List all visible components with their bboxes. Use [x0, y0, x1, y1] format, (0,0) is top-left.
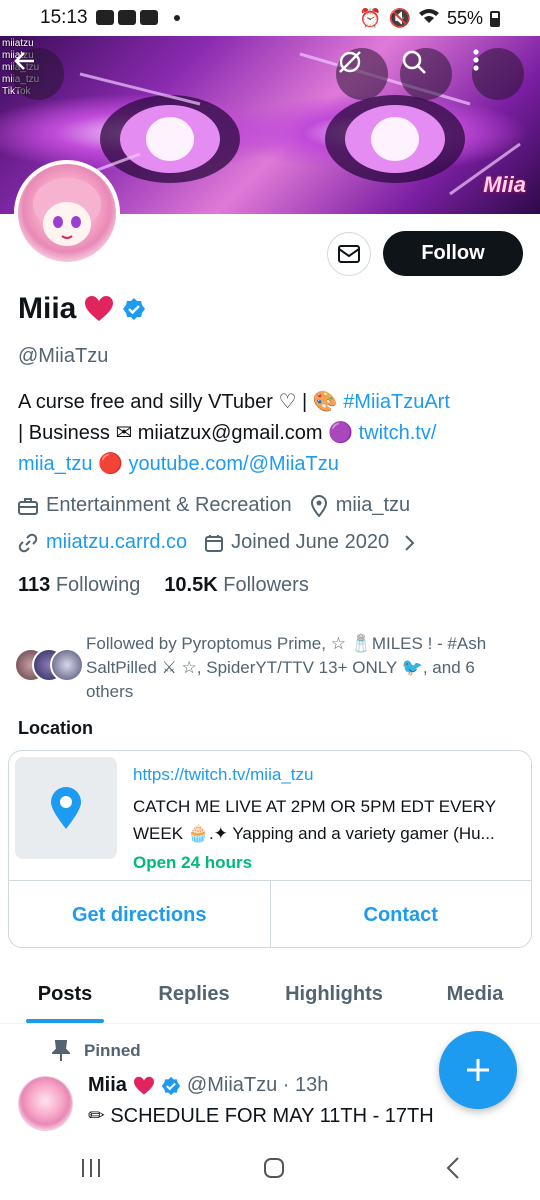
bio-text-2: | Business ✉ miiatzux@gmail.com 🟣: [18, 422, 359, 444]
post-header: Miia @MiiaTzu · 13h: [88, 1074, 328, 1097]
bio-youtube-link[interactable]: youtube.com/@MiiaTzu: [129, 453, 339, 475]
profile-handle: @MiiaTzu: [18, 345, 109, 367]
mail-icon: [338, 245, 360, 263]
tab-highlights[interactable]: Highlights: [258, 966, 410, 1023]
followed-by-text[interactable]: Followed by Pyroptomus Prime, ☆ 🧂MILES !…: [86, 632, 526, 704]
following-count-link[interactable]: 113 Following: [18, 574, 140, 597]
profile-avatar[interactable]: [14, 160, 120, 266]
more-notifications-icon: [174, 14, 180, 21]
bio-text-1: A curse free and silly VTuber ♡ | 🎨: [18, 391, 344, 413]
message-button[interactable]: [327, 232, 371, 276]
banner-logo: Miia: [483, 172, 526, 197]
post-author-avatar[interactable]: [18, 1076, 73, 1131]
briefcase-icon: [18, 497, 38, 515]
recent-apps-icon[interactable]: [79, 1157, 103, 1179]
bio-twitch-link[interactable]: twitch.tv/: [359, 422, 437, 444]
verified-badge-icon: [161, 1076, 181, 1095]
profile-meta-row-2: miiatzu.carrd.co Joined June 2020: [18, 531, 415, 554]
follow-button[interactable]: Follow: [383, 231, 523, 276]
grok-icon: [339, 51, 361, 73]
pin-icon: [52, 1040, 70, 1061]
followed-by-avatars[interactable]: [14, 648, 84, 686]
following-count: 113: [18, 574, 51, 596]
battery-percent: 55%: [446, 8, 483, 28]
calendar-icon: [205, 534, 224, 552]
android-navigation-bar: [0, 1136, 540, 1200]
profile-location: miia_tzu: [335, 494, 411, 516]
follower-avatar: [50, 648, 84, 682]
profile-website-link[interactable]: miiatzu.carrd.co: [46, 531, 187, 554]
location-description-line-2: WEEK 🧁.✦ Yapping and a variety gamer (Hu…: [133, 824, 495, 843]
pinned-indicator: Pinned: [52, 1040, 141, 1062]
location-description: CATCH ME LIVE AT 2PM OR 5PM EDT EVERY WE…: [133, 793, 523, 847]
bio-text-3: 🔴: [92, 453, 129, 475]
profile-joined-date: Joined June 2020: [231, 531, 390, 553]
plus-icon: [467, 1059, 489, 1081]
alarm-icon: ⏰: [359, 8, 382, 28]
profile-category: Entertainment & Recreation: [46, 494, 292, 516]
location-description-line-1: CATCH ME LIVE AT 2PM OR 5PM EDT EVERY: [133, 797, 497, 816]
link-icon: [18, 533, 38, 552]
home-icon[interactable]: [262, 1156, 286, 1180]
heart-icon: [133, 1076, 154, 1095]
follow-counts: 113 Following 10.5K Followers: [18, 574, 309, 597]
followers-label: Followers: [223, 574, 309, 596]
back-nav-icon[interactable]: [445, 1156, 461, 1180]
mute-icon: 🔇: [388, 8, 411, 28]
get-directions-button[interactable]: Get directions: [9, 881, 270, 947]
avatar-art: [33, 178, 101, 246]
contact-button[interactable]: Contact: [269, 881, 532, 947]
pinned-label: Pinned: [84, 1041, 141, 1060]
status-time: 15:13: [40, 7, 88, 28]
followers-count: 10.5K: [164, 574, 218, 596]
youtube-notification-icon: [118, 10, 136, 25]
post-author-name[interactable]: Miia: [88, 1074, 127, 1097]
post-meta: @MiiaTzu · 13h: [186, 1074, 329, 1096]
followers-count-link[interactable]: 10.5K Followers: [164, 574, 309, 597]
more-vertical-icon: [473, 49, 479, 71]
profile-bio: A curse free and silly VTuber ♡ | 🎨 #Mii…: [18, 387, 523, 480]
location-pin-icon: [310, 494, 327, 517]
compose-post-button[interactable]: [439, 1031, 517, 1109]
bio-hashtag-link[interactable]: #MiiaTzuArt: [343, 391, 450, 413]
display-name-text: Miia: [18, 292, 77, 325]
post-text[interactable]: ✏ SCHEDULE FOR MAY 11TH - 17TH: [88, 1103, 434, 1128]
system-status: ⏰ 🔇 55%: [359, 8, 500, 29]
bio-twitch-link-cont[interactable]: miia_tzu: [18, 453, 92, 475]
notification-icons: [96, 10, 180, 25]
more-options-button[interactable]: [472, 48, 524, 100]
back-arrow-icon: [14, 52, 34, 70]
tab-posts[interactable]: Posts: [0, 966, 130, 1023]
tab-replies[interactable]: Replies: [130, 966, 258, 1023]
grok-button[interactable]: [336, 48, 388, 100]
display-name: Miia: [18, 292, 146, 326]
gallery-notification-icon: [96, 10, 114, 25]
back-button[interactable]: [12, 48, 64, 100]
battery-icon: [490, 10, 500, 27]
location-card[interactable]: https://twitch.tv/miia_tzu CATCH ME LIVE…: [8, 750, 532, 948]
location-hours: Open 24 hours: [133, 853, 253, 872]
profile-tabs: Posts Replies Highlights Media: [0, 966, 540, 1024]
search-icon: [402, 50, 426, 74]
wifi-icon: [418, 8, 440, 29]
tab-media[interactable]: Media: [410, 966, 540, 1023]
youtube-notification-icon: [140, 10, 158, 25]
following-label: Following: [55, 574, 141, 596]
heart-icon: [85, 296, 114, 321]
search-button[interactable]: [400, 48, 452, 100]
location-url[interactable]: https://twitch.tv/miia_tzu: [133, 765, 313, 785]
location-map-thumbnail[interactable]: [15, 757, 117, 859]
profile-meta-row-1: Entertainment & Recreation miia_tzu: [18, 494, 410, 517]
chevron-right-icon[interactable]: [403, 534, 415, 552]
location-section-title: Location: [18, 718, 93, 738]
map-pin-icon: [51, 787, 81, 829]
verified-badge-icon[interactable]: [122, 297, 146, 321]
status-bar: 15:13 ⏰ 🔇 55%: [0, 0, 540, 36]
location-actions: Get directions Contact: [9, 880, 532, 947]
